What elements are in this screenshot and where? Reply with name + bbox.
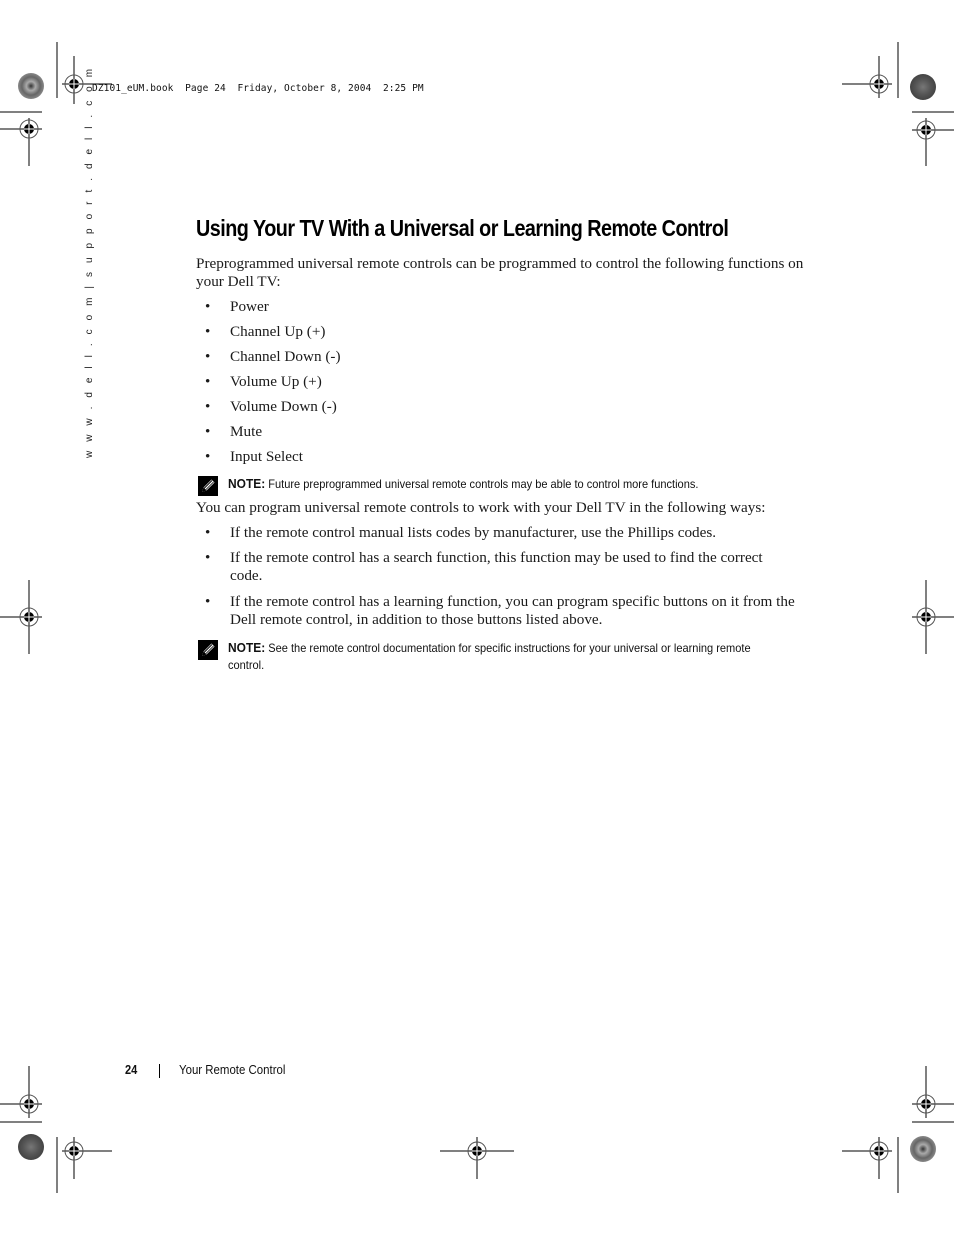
bullet-icon: •	[205, 549, 211, 566]
note-text: Future preprogrammed universal remote co…	[265, 477, 699, 491]
intro-paragraph: Preprogrammed universal remote controls …	[196, 255, 804, 290]
pencil-note-icon	[198, 476, 218, 496]
list-item-text: If the remote control has a search funct…	[230, 549, 763, 584]
print-slug: DZ101_eUM.book Page 24 Friday, October 8…	[92, 83, 424, 94]
bullet-icon: •	[205, 373, 211, 390]
registration-mark-bottom-center	[440, 1137, 514, 1179]
bullet-icon: •	[205, 524, 211, 541]
page-title: Using Your TV With a Universal or Learni…	[196, 215, 729, 241]
color-bar-star-top-left	[18, 73, 44, 99]
color-bar-star-bottom-left	[18, 1134, 44, 1160]
list-item-text: If the remote control has a learning fun…	[230, 593, 795, 628]
registration-mark-left-upper	[0, 111, 42, 166]
registration-mark-bottom-left	[56, 1137, 112, 1193]
list-item-text: If the remote control manual lists codes…	[230, 524, 717, 541]
note-label: NOTE:	[228, 640, 266, 655]
bullet-icon: •	[205, 323, 211, 340]
list-item-text: Power	[230, 298, 269, 315]
bullet-icon: •	[205, 423, 211, 440]
sidebar-url: w w w . d e l l . c o m | s u p p o r t …	[84, 65, 95, 458]
list-item-text: Input Select	[230, 448, 303, 465]
footer-section-title: Your Remote Control	[179, 1062, 286, 1077]
list-item-text: Channel Down (-)	[230, 348, 341, 365]
page-number: 24	[125, 1062, 138, 1077]
pencil-note-icon	[198, 640, 218, 660]
bullet-icon: •	[205, 348, 211, 365]
list-item-text: Volume Up (+)	[230, 373, 322, 390]
registration-mark-mid-right	[912, 580, 954, 654]
bullet-icon: •	[205, 298, 211, 315]
bullet-icon: •	[205, 448, 211, 465]
registration-mark-right-upper	[912, 111, 954, 166]
list-item-text: Channel Up (+)	[230, 323, 326, 340]
note-remote-documentation: NOTE: See the remote control documentati…	[196, 639, 796, 679]
registration-mark-left-lower	[0, 1066, 42, 1123]
note-future-remotes: NOTE: Future preprogrammed universal rem…	[196, 475, 796, 496]
bullet-icon: •	[205, 593, 211, 610]
color-bar-star-top-right	[910, 74, 936, 100]
color-bar-star-bottom-right	[910, 1136, 936, 1162]
note-text: See the remote control documentation for…	[228, 641, 751, 672]
bullet-icon: •	[205, 398, 211, 415]
list-item-text: Volume Down (-)	[230, 398, 337, 415]
ways-intro-paragraph: You can program universal remote control…	[196, 499, 766, 516]
note-label: NOTE:	[228, 476, 266, 491]
list-item-text: Mute	[230, 423, 263, 440]
registration-mark-right-lower	[912, 1066, 954, 1123]
registration-mark-mid-left	[0, 580, 42, 654]
registration-mark-top-right	[842, 42, 899, 98]
footer-divider	[159, 1064, 160, 1078]
registration-mark-bottom-right	[842, 1137, 899, 1193]
